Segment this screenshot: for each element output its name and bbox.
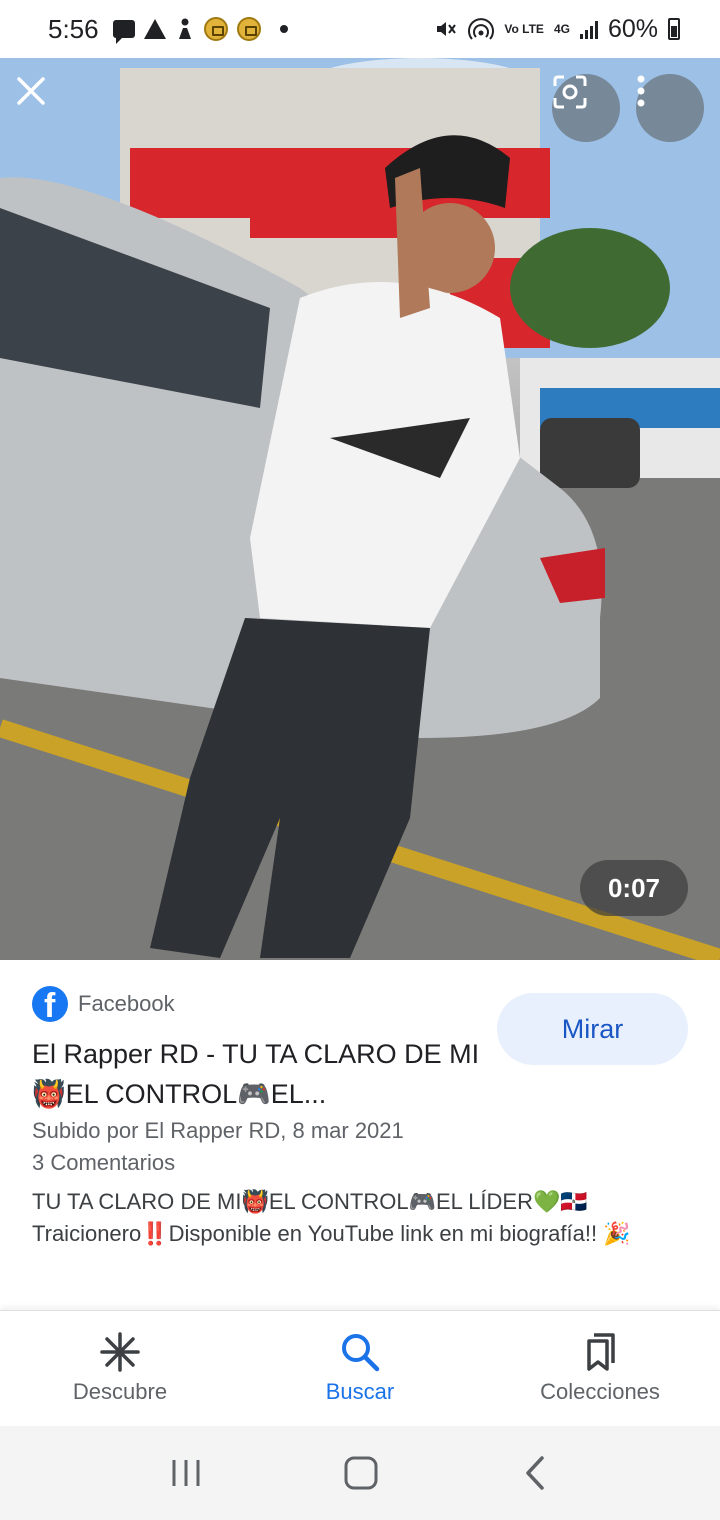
network-indicator: 4G <box>553 21 570 36</box>
notification-icons <box>112 17 288 44</box>
battery-percent: 60% <box>607 14 658 43</box>
bookmarks-icon <box>587 1333 615 1371</box>
close-button[interactable] <box>16 76 84 144</box>
recent-apps-icon[interactable] <box>170 1457 202 1489</box>
watch-button[interactable]: Mirar <box>497 993 688 1065</box>
comment-count: 3 Comentarios <box>32 1150 176 1175</box>
mute-icon <box>437 22 457 36</box>
app-coin-icon <box>203 17 228 41</box>
lens-button[interactable] <box>552 74 620 142</box>
nav-label: Buscar <box>325 1379 395 1404</box>
status-bar: 5:56 Vo LTE 4G 60% <box>0 0 720 58</box>
hotspot-icon <box>468 18 495 40</box>
upload-info: Subido por El Rapper RD, 8 mar 2021 <box>32 1118 404 1143</box>
more-notifications-icon <box>279 25 288 33</box>
system-navigation <box>0 1426 720 1520</box>
result-details: f Facebook Mirar El Rapper RD - TU TA CL… <box>0 960 720 1310</box>
nav-label: Colecciones <box>540 1379 660 1404</box>
photo-illustration <box>0 58 720 960</box>
app-screen: 5:56 Vo LTE 4G 60% 0:07 f Facebook Mirar… <box>0 0 720 1520</box>
video-duration: 0:07 <box>580 860 688 916</box>
source-name: Facebook <box>78 991 175 1016</box>
close-icon <box>17 77 45 105</box>
status-time: 5:56 <box>48 13 99 44</box>
nav-descubre[interactable]: Descubre <box>0 1311 240 1426</box>
result-title[interactable]: El Rapper RD - TU TA CLARO DE MI👹EL CONT… <box>32 1034 482 1114</box>
app-coin-icon <box>236 17 261 41</box>
signal-icon <box>579 19 598 39</box>
result-description: TU TA CLARO DE MI👹EL CONTROL🎮EL LÍDER💚🇩🇴… <box>32 1189 631 1246</box>
message-icon <box>112 20 135 44</box>
warning-icon <box>143 19 166 39</box>
nav-buscar[interactable]: Buscar <box>240 1311 480 1426</box>
nav-colecciones[interactable]: Colecciones <box>480 1311 720 1426</box>
volte-indicator: Vo LTE <box>504 21 544 36</box>
video-preview-image[interactable]: 0:07 <box>0 58 720 960</box>
asterisk-icon <box>100 1332 140 1372</box>
back-icon[interactable] <box>520 1455 550 1491</box>
lens-icon <box>553 75 587 109</box>
bottom-navigation: Descubre Buscar Colecciones <box>0 1310 720 1426</box>
search-icon <box>342 1334 380 1372</box>
figure-icon <box>178 18 191 39</box>
result-meta: Subido por El Rapper RD, 8 mar 2021 3 Co… <box>32 1115 404 1179</box>
system-icons: Vo LTE 4G 60% <box>434 15 680 44</box>
more-vert-icon <box>637 75 645 107</box>
source-attribution[interactable]: f Facebook <box>32 986 175 1022</box>
battery-icon <box>668 18 680 40</box>
more-options-button[interactable] <box>636 74 704 142</box>
home-icon[interactable] <box>343 1455 379 1491</box>
facebook-icon: f <box>32 986 68 1022</box>
nav-label: Descubre <box>72 1379 168 1404</box>
